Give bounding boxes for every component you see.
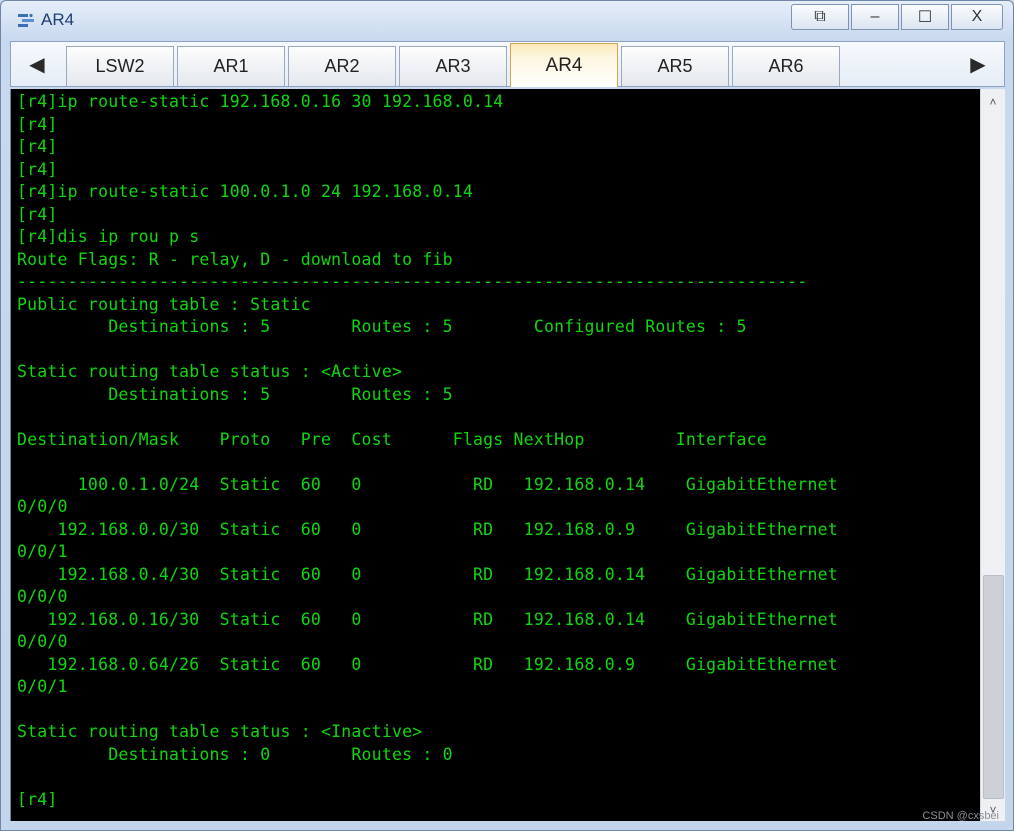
terminal-line: 192.168.0.16/30 Static 60 0 RD 192.168.0… [17, 609, 838, 629]
minimize-button[interactable]: – [851, 4, 899, 30]
tab-ar2[interactable]: AR2 [288, 46, 396, 86]
terminal-line: Destinations : 5 Routes : 5 [17, 384, 453, 404]
tab-scroll-left-button[interactable]: ◀ [15, 42, 59, 86]
title-bar[interactable]: AR4 ⧉ – ☐ X [1, 1, 1013, 39]
terminal-line: Static routing table status : <Inactive> [17, 722, 423, 741]
terminal-line: 0/0/1 [17, 542, 68, 561]
terminal-line: Public routing table : Static [17, 294, 311, 314]
terminal-line: 0/0/1 [17, 677, 68, 696]
restore-icon: ⧉ [814, 8, 826, 25]
terminal-line: [r4]ip route-static 192.168.0.16 30 192.… [17, 92, 504, 111]
terminal-line: [r4]dis ip rou p s [17, 227, 200, 246]
close-icon: X [971, 8, 983, 25]
terminal-console[interactable]: [r4]ip route-static 192.168.0.16 30 192.… [10, 89, 981, 821]
terminal-line: Destination/Mask Proto Pre Cost Flags Ne… [17, 429, 767, 449]
terminal-line: 0/0/0 [17, 587, 68, 606]
terminal-output: [r4]ip route-static 192.168.0.16 30 192.… [11, 89, 981, 811]
tab-label: AR1 [213, 56, 249, 76]
device-tab-strip: ◀ LSW2 AR1 AR2 AR3 AR4 AR5 AR6 ▶ [10, 41, 1005, 87]
terminal-line: [r4] [17, 159, 58, 179]
router-app-icon [18, 13, 34, 27]
terminal-line: [r4] [17, 204, 58, 224]
tab-ar3[interactable]: AR3 [399, 46, 507, 86]
terminal-line: Static routing table status : <Active> [17, 362, 403, 381]
terminal-line: 192.168.0.0/30 Static 60 0 RD 192.168.0.… [17, 519, 838, 539]
terminal-line: Route Flags: R - relay, D - download to … [17, 249, 453, 269]
terminal-line: 0/0/0 [17, 632, 68, 651]
tab-label: AR6 [768, 56, 804, 76]
tab-scroll-right-button[interactable]: ▶ [956, 42, 1000, 86]
tab-lsw2[interactable]: LSW2 [66, 46, 174, 86]
tab-ar4[interactable]: AR4 [510, 43, 618, 87]
scroll-up-button[interactable]: ˄ [981, 91, 1005, 113]
window-title: AR4 [41, 10, 75, 29]
tab-label: AR5 [657, 56, 693, 76]
restore-button[interactable]: ⧉ [791, 4, 849, 30]
terminal-line: 192.168.0.4/30 Static 60 0 RD 192.168.0.… [17, 564, 838, 584]
close-button[interactable]: X [951, 4, 1003, 30]
watermark: CSDN @cxsbei [922, 810, 999, 822]
tab-label: LSW2 [95, 56, 145, 76]
app-window: AR4 ⧉ – ☐ X ◀ LSW2 AR1 AR2 AR3 AR4 AR5 A… [0, 0, 1014, 831]
chevron-up-icon: ˄ [989, 95, 997, 109]
terminal-line: 192.168.0.64/26 Static 60 0 RD 192.168.0… [17, 654, 838, 674]
terminal-line: ----------------------------------------… [17, 272, 808, 291]
tab-label: AR4 [545, 54, 583, 76]
terminal-line: [r4] [17, 114, 58, 134]
tab-ar6[interactable]: AR6 [732, 46, 840, 86]
tab-label: AR2 [324, 56, 360, 76]
triangle-left-icon: ◀ [29, 53, 45, 76]
maximize-icon: ☐ [917, 9, 933, 26]
tab-label: AR3 [435, 56, 471, 76]
terminal-line: 0/0/0 [17, 497, 68, 516]
terminal-line: [r4] [17, 789, 58, 809]
terminal-line: [r4]ip route-static 100.0.1.0 24 192.168… [17, 182, 474, 201]
terminal-line: Destinations : 5 Routes : 5 Configured R… [17, 317, 747, 336]
minimize-icon: – [870, 8, 880, 25]
tab-ar1[interactable]: AR1 [177, 46, 285, 86]
tab-ar5[interactable]: AR5 [621, 46, 729, 86]
triangle-right-icon: ▶ [970, 53, 986, 76]
scrollbar-thumb[interactable] [983, 575, 1004, 799]
terminal-line: Destinations : 0 Routes : 0 [17, 744, 453, 764]
terminal-line: [r4] [17, 137, 58, 156]
maximize-button[interactable]: ☐ [901, 4, 949, 30]
terminal-line: 100.0.1.0/24 Static 60 0 RD 192.168.0.14… [17, 474, 838, 494]
vertical-scrollbar[interactable]: ˄ ˅ [980, 89, 1005, 821]
